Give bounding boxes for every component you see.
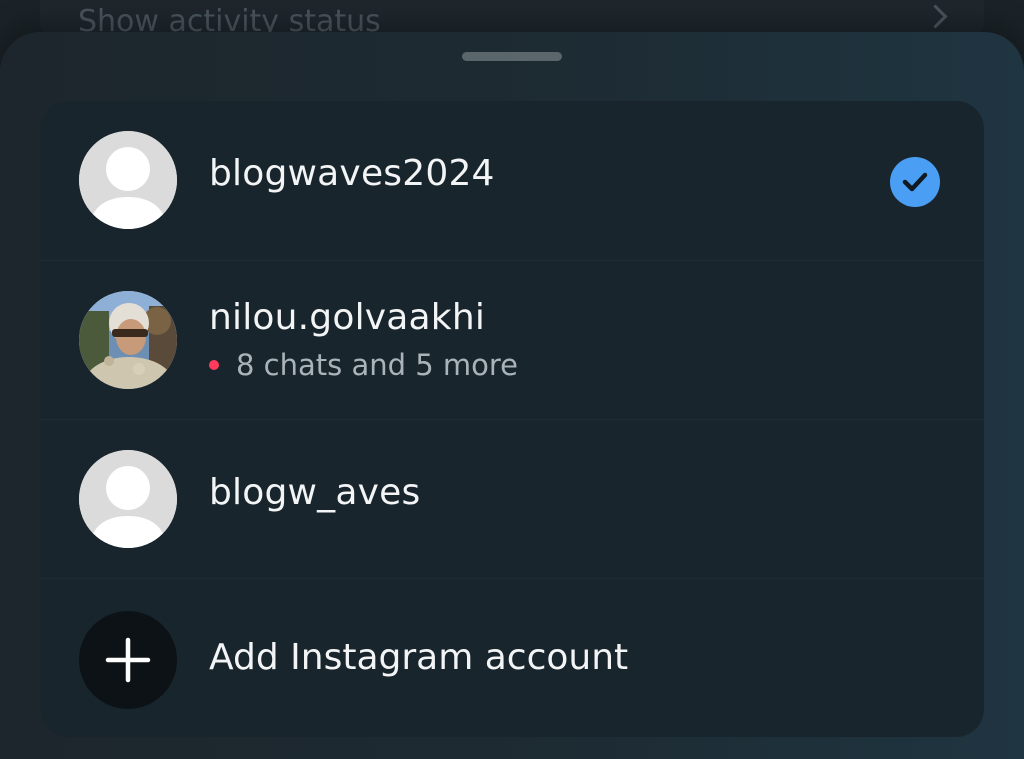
screen: Show activity status blogwaves2024 nilou… bbox=[0, 0, 1024, 759]
default-avatar-icon bbox=[79, 450, 177, 548]
plus-icon bbox=[79, 611, 177, 709]
add-instagram-account-button[interactable]: Add Instagram account bbox=[40, 578, 984, 737]
chevron-right-icon bbox=[923, 4, 948, 29]
default-avatar-icon bbox=[79, 131, 177, 229]
account-row-blogwaves2024[interactable]: blogwaves2024 bbox=[40, 101, 984, 259]
profile-photo-avatar bbox=[79, 291, 177, 389]
account-username: blogwaves2024 bbox=[209, 153, 495, 194]
account-row-nilou-golvaakhi[interactable]: nilou.golvaakhi 8 chats and 5 more bbox=[40, 260, 984, 419]
account-switcher-sheet: blogwaves2024 nilou.golvaakhi 8 chats an… bbox=[0, 32, 1024, 759]
account-username: blogw_aves bbox=[209, 472, 421, 513]
account-row-blogw-aves[interactable]: blogw_aves bbox=[40, 419, 984, 578]
account-list: blogwaves2024 nilou.golvaakhi 8 chats an… bbox=[40, 101, 984, 737]
account-username: nilou.golvaakhi bbox=[209, 297, 486, 338]
account-activity-summary: 8 chats and 5 more bbox=[209, 348, 518, 382]
sheet-drag-handle[interactable] bbox=[462, 52, 562, 61]
activity-summary-text: 8 chats and 5 more bbox=[236, 348, 519, 382]
add-account-label: Add Instagram account bbox=[209, 637, 629, 678]
notification-dot-icon bbox=[209, 360, 219, 370]
checkmark-icon bbox=[890, 157, 940, 207]
